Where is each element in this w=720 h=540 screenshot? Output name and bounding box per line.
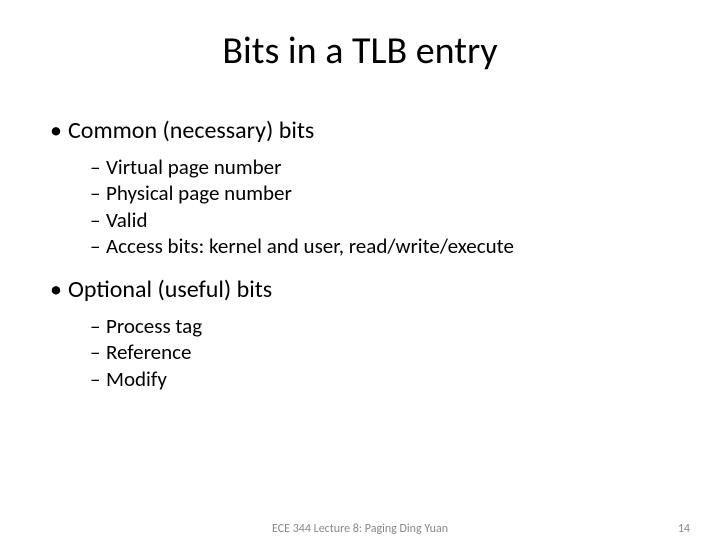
list-item-text: Physical page number [106,180,292,206]
page-number: 14 [678,522,690,536]
list-item: –Valid [90,207,670,233]
dash-icon: – [90,154,106,180]
list-item-text: Virtual page number [106,154,281,180]
footer-center-text: ECE 344 Lecture 8: Paging Ding Yuan [0,522,720,536]
list-item: –Process tag [90,313,670,339]
slide-content: •Common (necessary) bits –Virtual page n… [50,116,670,392]
bullet-icon: • [50,275,68,305]
list-item: –Access bits: kernel and user, read/writ… [90,233,670,259]
section-heading-text: Optional (useful) bits [68,275,272,304]
list-item-text: Modify [106,366,167,392]
bullet-icon: • [50,116,68,146]
section-items: –Process tag –Reference –Modify [90,313,670,392]
slide: Bits in a TLB entry •Common (necessary) … [0,0,720,540]
section-heading: •Common (necessary) bits [50,116,670,146]
dash-icon: – [90,233,106,259]
section-heading-text: Common (necessary) bits [68,116,314,145]
list-item: –Modify [90,366,670,392]
dash-icon: – [90,207,106,233]
section-heading: •Optional (useful) bits [50,275,670,305]
slide-title: Bits in a TLB entry [50,28,670,74]
dash-icon: – [90,339,106,365]
dash-icon: – [90,313,106,339]
list-item-text: Access bits: kernel and user, read/write… [106,233,514,259]
list-item-text: Valid [106,207,147,233]
section-items: –Virtual page number –Physical page numb… [90,154,670,259]
dash-icon: – [90,180,106,206]
list-item: –Reference [90,339,670,365]
dash-icon: – [90,366,106,392]
list-item-text: Reference [106,339,192,365]
list-item-text: Process tag [106,313,202,339]
list-item: –Virtual page number [90,154,670,180]
list-item: –Physical page number [90,180,670,206]
